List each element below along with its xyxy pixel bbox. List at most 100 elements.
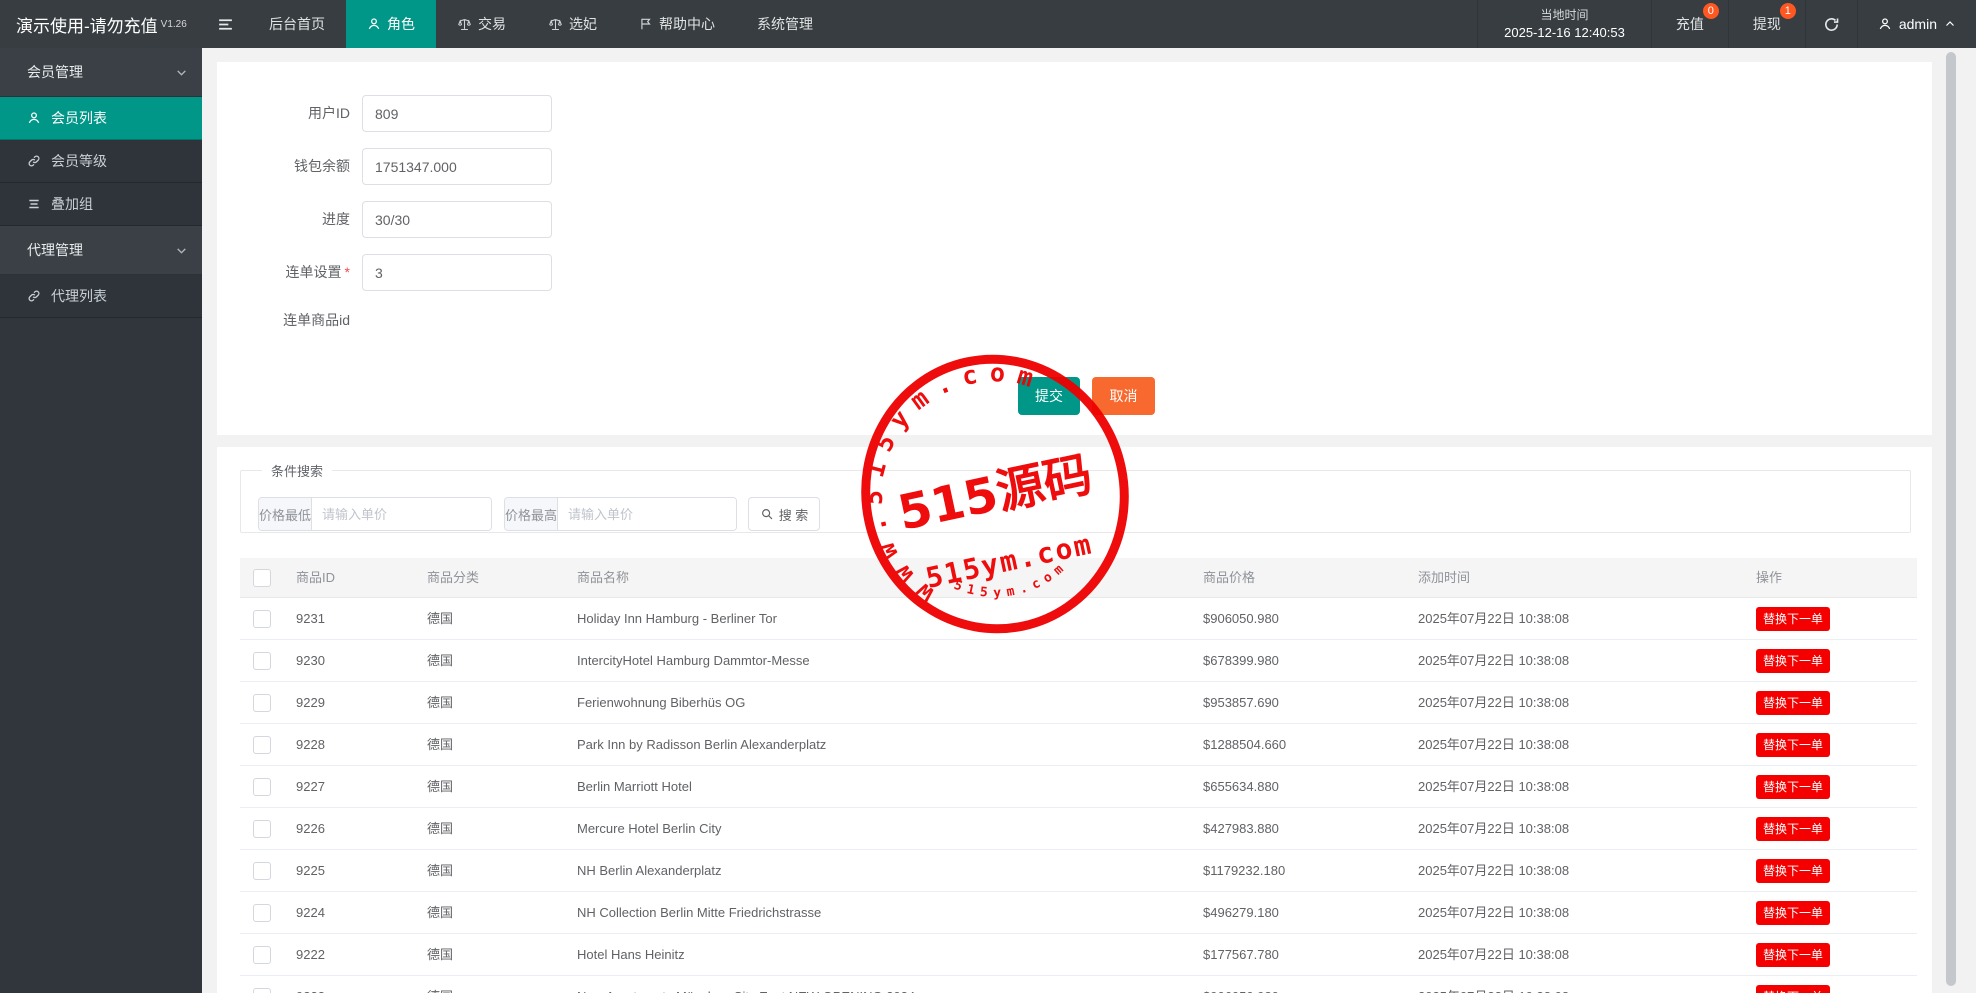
withdraw-button[interactable]: 提现 1 [1728,0,1805,48]
row-checkbox[interactable] [253,988,271,993]
cell-category: 德国 [427,598,453,640]
price-min-input[interactable] [312,498,492,530]
row-checkbox[interactable] [253,862,271,880]
table-header: 商品ID 商品分类 商品名称 商品价格 添加时间 操作 [240,558,1917,598]
sidebar-item-member-list[interactable]: 会员列表 [0,97,202,140]
row-checkbox[interactable] [253,694,271,712]
top-navbar: 演示使用-请勿充值V1.26 后台首页 角色 交易 选妃 帮助中心 系统管理 当… [0,0,1976,48]
sidebar-item-stack-group[interactable]: 叠加组 [0,183,202,226]
search-fieldset: 条件搜索 价格最低 价格最高 搜 索 [240,470,1911,533]
price-max-input[interactable] [558,498,737,530]
header-product-name: 商品名称 [577,558,629,598]
cell-add-time: 2025年07月22日 10:38:08 [1418,808,1569,850]
cell-price: $1288504.660 [1203,724,1286,766]
sidebar-item-agent-list[interactable]: 代理列表 [0,275,202,318]
cell-price: $953857.690 [1203,682,1279,724]
cell-price: $906050.980 [1203,598,1279,640]
search-button[interactable]: 搜 索 [748,497,820,531]
vertical-scrollbar[interactable] [1946,52,1956,986]
search-table-card: 条件搜索 价格最低 价格最高 搜 索 商品ID 商品分类 商品名称 商品价格 添… [217,447,1932,993]
navbar-right: 当地时间 2025-12-16 12:40:53 充值 0 提现 1 admin [1477,0,1976,48]
replace-next-order-button[interactable]: 替换下一单 [1756,943,1830,967]
user-id-field[interactable] [362,95,552,132]
menu-item-system[interactable]: 系统管理 [736,0,834,48]
table-row: 9227德国Berlin Marriott Hotel$655634.88020… [240,766,1917,808]
table-row: 9231德国Holiday Inn Hamburg - Berliner Tor… [240,598,1917,640]
header-price: 商品价格 [1203,558,1255,598]
cell-product-id: 9222 [296,934,325,976]
replace-next-order-button[interactable]: 替换下一单 [1756,817,1830,841]
menu-item-select[interactable]: 选妃 [527,0,618,48]
row-checkbox[interactable] [253,778,271,796]
cell-product-name: New Apartments München City East NEW OPE… [577,976,915,993]
user-menu[interactable]: admin [1857,0,1976,48]
row-checkbox[interactable] [253,904,271,922]
wallet-balance-field[interactable] [362,148,552,185]
replace-next-order-button[interactable]: 替换下一单 [1756,733,1830,757]
cancel-button[interactable]: 取消 [1092,377,1155,415]
select-all-checkbox[interactable] [253,569,271,587]
user-icon [1878,17,1892,31]
replace-next-order-button[interactable]: 替换下一单 [1756,691,1830,715]
price-max-group: 价格最高 [504,497,737,531]
replace-next-order-button[interactable]: 替换下一单 [1756,649,1830,673]
menu-item-help[interactable]: 帮助中心 [618,0,736,48]
replace-next-order-button[interactable]: 替换下一单 [1756,901,1830,925]
row-checkbox[interactable] [253,820,271,838]
cell-product-id: 9230 [296,640,325,682]
cell-product-name: Hotel Hans Heinitz [577,934,685,976]
cell-product-id: 9229 [296,682,325,724]
hamburger-icon [217,16,234,33]
replace-next-order-button[interactable]: 替换下一单 [1756,607,1830,631]
row-checkbox[interactable] [253,652,271,670]
cell-price: $655634.880 [1203,766,1279,808]
cell-add-time: 2025年07月22日 10:38:08 [1418,640,1569,682]
cell-product-id: 9227 [296,766,325,808]
chain-product-id-label: 连单商品id [217,302,350,339]
submit-button[interactable]: 提交 [1018,377,1080,415]
row-checkbox[interactable] [253,610,271,628]
progress-field[interactable] [362,201,552,238]
table-row: 9222德国Hotel Hans Heinitz$177567.7802025年… [240,934,1917,976]
table-row: 9224德国NH Collection Berlin Mitte Friedri… [240,892,1917,934]
cell-price: $906050.980 [1203,976,1279,993]
edit-form-card: 用户ID 钱包余额 进度 连单设置* 连单商品id 提交 取消 [217,62,1932,435]
replace-next-order-button[interactable]: 替换下一单 [1756,985,1830,993]
chevron-up-icon [1944,18,1956,30]
sidebar-group-agent[interactable]: 代理管理 [0,226,202,275]
refresh-icon [1823,16,1840,33]
main-menu: 后台首页 角色 交易 选妃 帮助中心 系统管理 [248,0,834,48]
chain-order-setting-field[interactable] [362,254,552,291]
price-min-group: 价格最低 [258,497,492,531]
menu-item-trade[interactable]: 交易 [436,0,527,48]
cell-product-name: NH Berlin Alexanderplatz [577,850,722,892]
cell-category: 德国 [427,976,453,993]
replace-next-order-button[interactable]: 替换下一单 [1756,859,1830,883]
sidebar-group-member[interactable]: 会员管理 [0,48,202,97]
row-checkbox[interactable] [253,736,271,754]
local-time: 当地时间 2025-12-16 12:40:53 [1477,0,1651,48]
local-time-label: 当地时间 [1540,7,1588,24]
recharge-badge: 0 [1703,3,1719,19]
cell-product-name: Mercure Hotel Berlin City [577,808,722,850]
refresh-button[interactable] [1805,0,1857,48]
table-row: 9223德国New Apartments München City East N… [240,976,1917,993]
link-icon [27,154,41,168]
replace-next-order-button[interactable]: 替换下一单 [1756,775,1830,799]
recharge-button[interactable]: 充值 0 [1651,0,1728,48]
cell-product-id: 9225 [296,850,325,892]
sidebar-item-member-level[interactable]: 会员等级 [0,140,202,183]
cell-product-name: Berlin Marriott Hotel [577,766,692,808]
cell-add-time: 2025年07月22日 10:38:08 [1418,598,1569,640]
menu-item-role[interactable]: 角色 [346,0,436,48]
row-checkbox[interactable] [253,946,271,964]
chain-order-setting-label: 连单设置* [217,254,350,291]
cell-price: $177567.780 [1203,934,1279,976]
username: admin [1899,16,1937,32]
cell-category: 德国 [427,766,453,808]
scales-icon [548,17,563,32]
cell-price: $427983.880 [1203,808,1279,850]
menu-item-dashboard[interactable]: 后台首页 [248,0,346,48]
sidebar: 会员管理 会员列表 会员等级 叠加组 代理管理 代理列表 [0,48,202,993]
sidebar-collapse-button[interactable] [202,0,248,48]
